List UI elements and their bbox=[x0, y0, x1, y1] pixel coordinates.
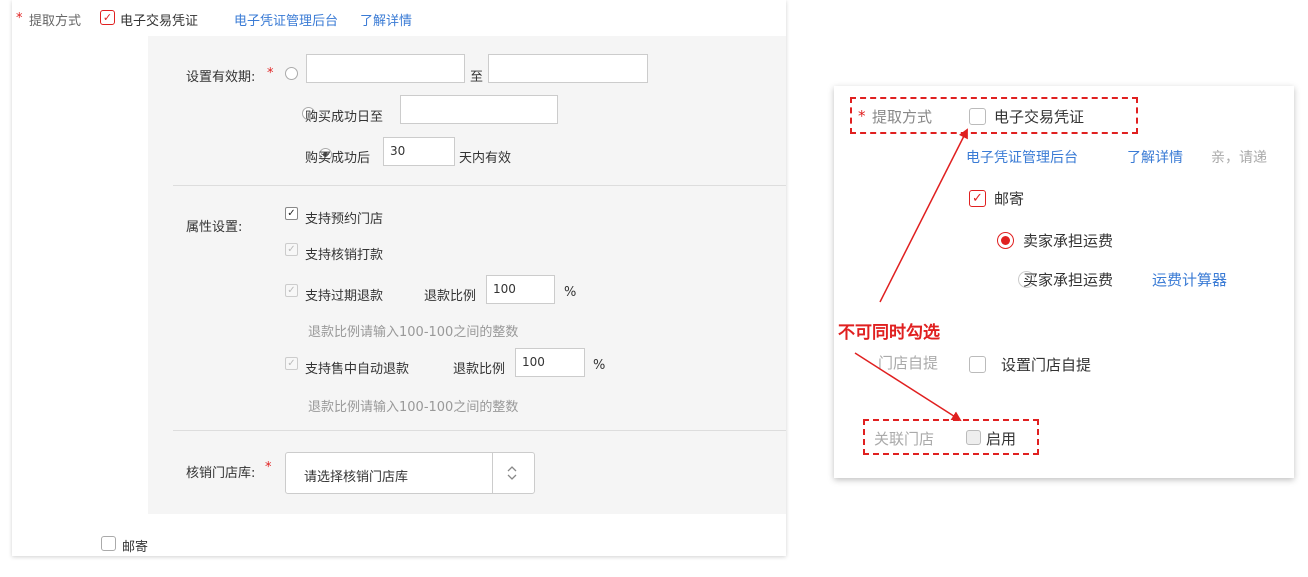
arrow-to-linked-store-icon bbox=[854, 352, 962, 422]
annotation-arrows bbox=[854, 128, 968, 422]
arrow-to-voucher-icon bbox=[879, 128, 968, 303]
mutual-exclusion-annotation: 不可同时勾选 bbox=[838, 323, 940, 343]
